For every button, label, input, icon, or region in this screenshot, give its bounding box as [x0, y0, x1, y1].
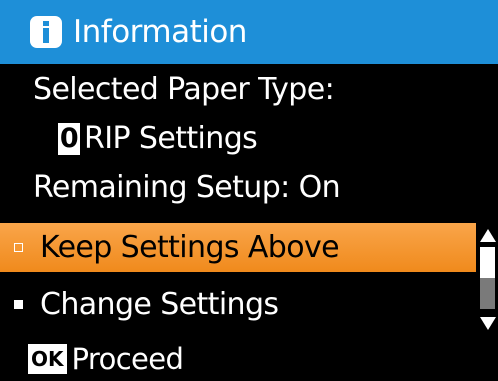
paper-number-badge: 0: [58, 122, 80, 155]
scroll-up-arrow-icon[interactable]: [480, 229, 496, 242]
info-icon: [30, 16, 62, 48]
paper-type-value: RIP Settings: [84, 121, 258, 156]
bullet-icon: [14, 300, 23, 309]
paper-type-label: Selected Paper Type:: [33, 72, 335, 107]
footer-action-label: Proceed: [71, 341, 184, 376]
menu-item-change-settings[interactable]: Change Settings: [0, 280, 476, 329]
remaining-setup-status: Remaining Setup: On: [33, 170, 341, 205]
menu-item-label: Change Settings: [40, 287, 279, 322]
footer-bar: OK Proceed: [0, 336, 498, 381]
title-bar: Information: [0, 0, 498, 64]
menu-item-keep-settings[interactable]: Keep Settings Above: [0, 223, 476, 272]
scroll-track[interactable]: [480, 247, 495, 309]
paper-type-row: 0 RIP Settings: [58, 121, 258, 156]
menu-item-label: Keep Settings Above: [40, 230, 340, 265]
screen-title: Information: [73, 14, 247, 50]
options-menu: Keep Settings Above Change Settings: [0, 223, 476, 329]
ok-key-icon: OK: [28, 343, 67, 374]
menu-scrollbar[interactable]: [476, 223, 498, 336]
scroll-down-arrow-icon[interactable]: [480, 317, 496, 330]
bullet-icon: [14, 243, 23, 252]
scroll-thumb[interactable]: [480, 247, 495, 278]
printer-panel-screen: Information Selected Paper Type: 0 RIP S…: [0, 0, 498, 381]
